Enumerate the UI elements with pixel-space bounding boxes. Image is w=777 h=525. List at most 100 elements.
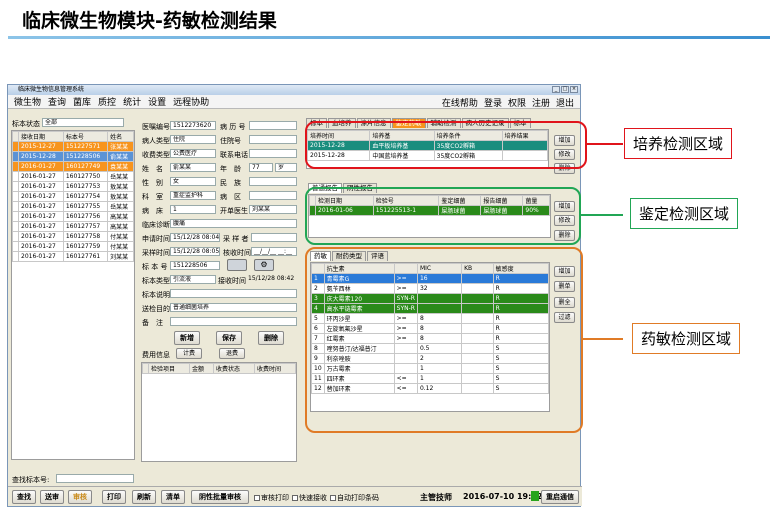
- sex-label: 性 别: [142, 179, 163, 187]
- review-button[interactable]: 审核: [68, 490, 92, 504]
- collector-field[interactable]: [251, 233, 297, 242]
- menu-help[interactable]: 在线帮助: [442, 96, 478, 109]
- table-row[interactable]: 2016-01-27 160127757 高某某: [12, 221, 134, 232]
- room-field[interactable]: 1: [170, 205, 216, 214]
- checkbox-icon[interactable]: [292, 495, 298, 501]
- menu-library[interactable]: 菌库: [73, 95, 91, 108]
- table-row[interactable]: 2016-01-27 160127761 刘某某: [12, 251, 134, 262]
- col-sample-no[interactable]: 标本号: [62, 131, 109, 142]
- phone-field[interactable]: [249, 149, 297, 158]
- table-row[interactable]: 2016-01-27 160127754 敖某某: [12, 191, 134, 202]
- name-cell: 岳某某: [107, 171, 134, 182]
- new-button[interactable]: 新增: [174, 331, 200, 345]
- col-fee-time[interactable]: 收费时间: [254, 363, 296, 374]
- menu-login[interactable]: 登录: [484, 96, 502, 109]
- ident-highlight: [305, 187, 581, 245]
- apply-time-field[interactable]: 15/12/28 08:04: [170, 233, 220, 242]
- table-row[interactable]: 2015-12-27 151227571 张某某: [12, 141, 134, 152]
- print-button[interactable]: 打印: [102, 490, 126, 504]
- col-receive-date[interactable]: 接收日期: [18, 131, 64, 142]
- record-no-field[interactable]: [249, 121, 297, 130]
- patient-type-select[interactable]: 住院: [170, 135, 216, 144]
- bottom-toolbar: 查找 送审 审核 打印 刷新 清单 阴性批量审核 审核打印 快速接收 自动打印条…: [8, 486, 582, 506]
- checkbox-icon[interactable]: [330, 495, 336, 501]
- printer-icon[interactable]: [227, 259, 247, 271]
- ward-label: 病 区: [220, 193, 241, 201]
- nation-field[interactable]: [249, 177, 297, 186]
- receive-time-field[interactable]: __/__/__ __:__: [251, 247, 297, 256]
- batch-negative-review-button[interactable]: 阴性批量审核: [191, 490, 249, 504]
- menu-settings[interactable]: 设置: [148, 95, 166, 108]
- receive-date-cell: 2016-01-27: [18, 181, 64, 192]
- refund-button[interactable]: 退费: [219, 348, 245, 359]
- age-unit-select[interactable]: 岁: [275, 163, 297, 172]
- sens-highlight: [305, 247, 583, 433]
- check-auto-print-barcode[interactable]: 自动打印条码: [330, 493, 379, 503]
- status-select[interactable]: 全部: [42, 118, 124, 127]
- name-field[interactable]: 俞某某: [170, 163, 216, 172]
- restart-comm-button[interactable]: 重启通信: [541, 490, 579, 504]
- sample-desc-field[interactable]: [170, 289, 297, 298]
- dept-select[interactable]: 重症监护科: [170, 191, 216, 200]
- note-field[interactable]: [170, 317, 297, 326]
- menu-qc[interactable]: 质控: [98, 95, 116, 108]
- sens-annotation: 药敏检测区域: [632, 323, 741, 354]
- fee-type-select[interactable]: 公费医疗: [170, 149, 216, 158]
- table-row[interactable]: 2016-01-27 160127758 付某某: [12, 231, 134, 242]
- age-label: 年 龄: [220, 165, 241, 173]
- menu-microbe[interactable]: 微生物: [14, 95, 41, 108]
- medical-no-field[interactable]: 1512273620: [170, 121, 216, 130]
- menu-remote[interactable]: 远程协助: [173, 95, 209, 108]
- table-row[interactable]: 2016-01-27 160127753 敖某某: [12, 181, 134, 192]
- col-fee-status[interactable]: 收费状态: [213, 363, 255, 374]
- sample-no-cell: 160127750: [62, 171, 109, 182]
- doctor-select[interactable]: 刘某某: [249, 205, 297, 214]
- diag-field[interactable]: 腹痛: [170, 219, 297, 228]
- menu-permission[interactable]: 权限: [508, 96, 526, 109]
- maximize-icon[interactable]: □: [561, 86, 569, 93]
- charge-button[interactable]: 计费: [176, 348, 202, 359]
- menu-exit[interactable]: 退出: [556, 96, 574, 109]
- menu-register[interactable]: 注册: [532, 96, 550, 109]
- age-field[interactable]: 77: [249, 163, 273, 172]
- status-label: 标本状态: [12, 120, 40, 128]
- sample-list: 接收日期 标本号 姓名 2015-12-27 151227571 张某某 2015-1…: [11, 130, 135, 460]
- sample-no-field[interactable]: 151228506: [170, 261, 220, 270]
- sample-type-select[interactable]: 引流液: [170, 275, 216, 284]
- close-icon[interactable]: ×: [570, 86, 578, 93]
- table-row[interactable]: 2016-01-27 160127756 高某某: [12, 211, 134, 222]
- settings-icon[interactable]: ⚙: [254, 259, 274, 271]
- sample-no-cell: 151228506: [62, 151, 109, 162]
- checkbox-icon[interactable]: [254, 495, 260, 501]
- name-label: 姓 名: [142, 165, 163, 173]
- list-button[interactable]: 清单: [161, 490, 185, 504]
- delete-button[interactable]: 删除: [258, 331, 284, 345]
- name-cell: 袁某某: [107, 161, 134, 172]
- sample-time-field[interactable]: 15/12/28 08:05: [170, 247, 220, 256]
- minimize-icon[interactable]: _: [552, 86, 560, 93]
- name-cell: 敖某某: [107, 191, 134, 202]
- col-amount[interactable]: 金额: [188, 363, 215, 374]
- check-quick-receive[interactable]: 快速接收: [292, 493, 327, 503]
- refresh-button[interactable]: 刷新: [132, 490, 156, 504]
- ward-field[interactable]: [249, 191, 297, 200]
- table-row[interactable]: 2016-01-27 160127755 岳某某: [12, 201, 134, 212]
- bed-field[interactable]: [249, 135, 297, 144]
- col-name[interactable]: 姓名: [107, 131, 134, 142]
- submit-button[interactable]: 送审: [40, 490, 64, 504]
- table-row[interactable]: 2016-01-27 160127759 付某某: [12, 241, 134, 252]
- search-input[interactable]: [56, 474, 134, 483]
- menu-stats[interactable]: 统计: [123, 95, 141, 108]
- table-row[interactable]: 2015-12-28 151228506 俞某某: [12, 151, 134, 162]
- sex-select[interactable]: 女: [170, 177, 216, 186]
- menu-query[interactable]: 查询: [48, 95, 66, 108]
- sens-arrow: [583, 338, 623, 340]
- save-button[interactable]: 保存: [216, 331, 242, 345]
- col-item[interactable]: 检验项目: [148, 363, 190, 374]
- purpose-select[interactable]: 普通细菌培养: [170, 303, 297, 312]
- check-review-print[interactable]: 审核打印: [254, 493, 289, 503]
- table-row[interactable]: 2016-01-27 160127750 岳某某: [12, 171, 134, 182]
- find-button[interactable]: 查找: [12, 490, 36, 504]
- table-row[interactable]: 2016-01-27 160127749 袁某某: [12, 161, 134, 172]
- sample-no-cell: 160127759: [62, 241, 109, 252]
